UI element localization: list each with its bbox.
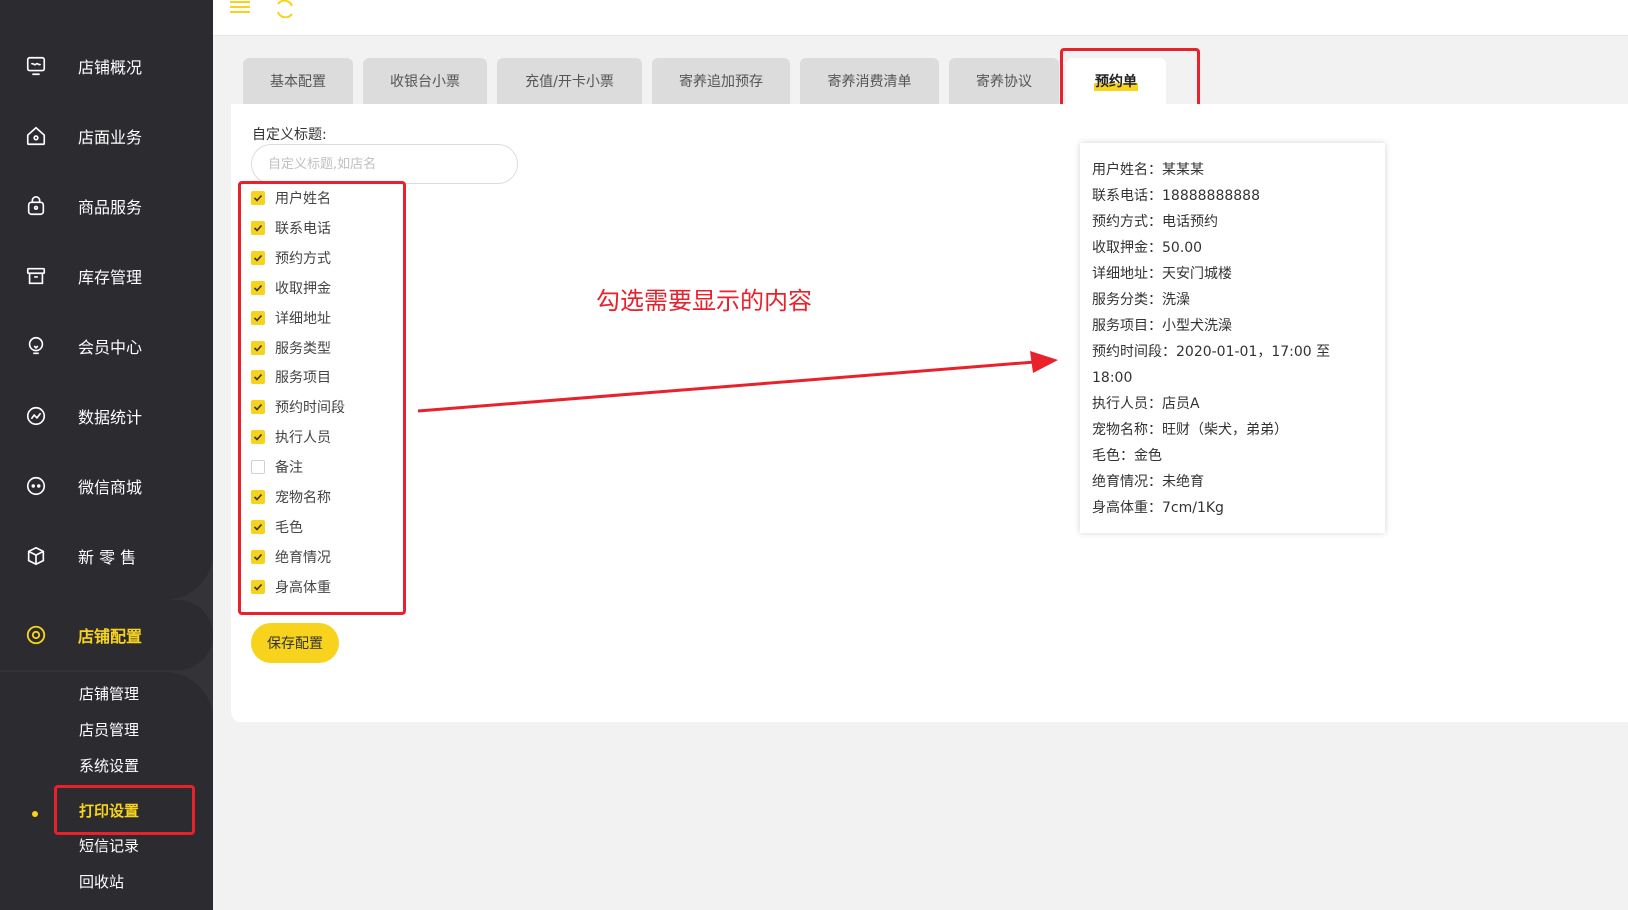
monitor-icon	[24, 54, 48, 78]
preview-line: 服务分类：洗澡	[1092, 292, 1190, 308]
hamburger-menu-icon[interactable]	[230, 0, 250, 14]
sidebar-sub-recycle-bin[interactable]: 回收站	[79, 868, 124, 896]
preview-line: 预约方式：电话预约	[1092, 214, 1218, 230]
preview-line: 收取押金：50.00	[1092, 240, 1203, 256]
sidebar-sub-sms-records[interactable]: 短信记录	[79, 832, 139, 860]
home-icon	[24, 124, 48, 148]
sidebar-item-label: 店铺配置	[78, 627, 143, 646]
annotation-text: 勾选需要显示的内容	[596, 287, 812, 315]
preview-line: 执行人员：店员A	[1092, 396, 1200, 412]
sidebar-item-label: 店面业务	[78, 128, 143, 147]
sidebar-item-label: 会员中心	[78, 338, 143, 357]
active-indicator-dot	[32, 811, 38, 817]
settings-circle-icon	[24, 623, 48, 647]
sidebar-item-goods-service[interactable]: 商品服务	[0, 171, 213, 241]
preview-line: 服务项目：小型犬洗澡	[1092, 318, 1232, 334]
sidebar-sub-staff-management[interactable]: 店员管理	[79, 716, 139, 744]
chart-icon	[24, 404, 48, 428]
preview-line: 用户姓名：某某某	[1092, 162, 1204, 178]
sidebar-item-store-config[interactable]: 店铺配置	[0, 600, 213, 670]
bag-icon	[24, 194, 48, 218]
tab-boarding-prepay[interactable]: 寄养追加预存	[652, 58, 790, 104]
sidebar: 店铺概况 店面业务 商品服务 库存管理 会员中心 数据统计 微信商城 新 零 售…	[0, 0, 213, 910]
preview-line: 绝育情况：未绝育	[1092, 474, 1204, 490]
highlight-box-checkboxes	[238, 181, 406, 615]
save-config-button[interactable]: 保存配置	[251, 623, 339, 663]
preview-line: 毛色：金色	[1092, 448, 1162, 464]
preview-line: 预约时间段：2020-01-01，17:00 至 18:00	[1092, 344, 1331, 386]
tab-basic-config[interactable]: 基本配置	[243, 58, 353, 104]
sidebar-item-store-business[interactable]: 店面业务	[0, 101, 213, 171]
member-icon	[24, 334, 48, 358]
tab-boarding-bill[interactable]: 寄养消费清单	[800, 58, 939, 104]
custom-title-label: 自定义标题:	[252, 127, 327, 143]
sidebar-item-statistics[interactable]: 数据统计	[0, 381, 213, 451]
preview-line: 身高体重：7cm/1Kg	[1092, 500, 1224, 516]
top-bar	[213, 0, 1628, 36]
tab-recharge-receipt[interactable]: 充值/开卡小票	[497, 58, 642, 104]
print-preview-card: 用户姓名：某某某联系电话：18888888888 预约方式：电话预约 收取押金：50…	[1080, 143, 1385, 533]
highlight-box-print-settings	[54, 785, 195, 835]
tab-cashier-receipt[interactable]: 收银台小票	[363, 58, 487, 104]
sidebar-item-label: 新 零 售	[78, 548, 137, 567]
sidebar-item-inventory[interactable]: 库存管理	[0, 241, 213, 311]
preview-line: 宠物名称：旺财（柴犬，弟弟）	[1092, 422, 1288, 438]
chat-icon	[24, 474, 48, 498]
preview-line: 联系电话：18888888888	[1092, 188, 1260, 204]
cube-icon	[24, 544, 48, 568]
sidebar-sub-store-management[interactable]: 店铺管理	[79, 680, 139, 708]
sidebar-sub-system-settings[interactable]: 系统设置	[79, 752, 139, 780]
tab-boarding-agreement[interactable]: 寄养协议	[949, 58, 1059, 104]
refresh-icon[interactable]	[275, 0, 295, 18]
custom-title-input[interactable]	[251, 144, 518, 184]
box-icon	[24, 264, 48, 288]
sidebar-item-member-center[interactable]: 会员中心	[0, 311, 213, 381]
sidebar-item-label: 微信商城	[78, 478, 143, 497]
sidebar-item-label: 商品服务	[78, 198, 143, 217]
preview-line: 详细地址：天安门城楼	[1092, 266, 1232, 282]
sidebar-item-wechat-mall[interactable]: 微信商城	[0, 451, 213, 521]
sidebar-item-store-overview[interactable]: 店铺概况	[0, 31, 213, 101]
sidebar-item-label: 库存管理	[78, 268, 143, 287]
sidebar-item-label: 店铺概况	[78, 58, 143, 77]
sidebar-item-new-retail[interactable]: 新 零 售	[0, 521, 213, 591]
sidebar-item-label: 数据统计	[78, 408, 143, 427]
annotation-arrow	[417, 351, 1058, 413]
